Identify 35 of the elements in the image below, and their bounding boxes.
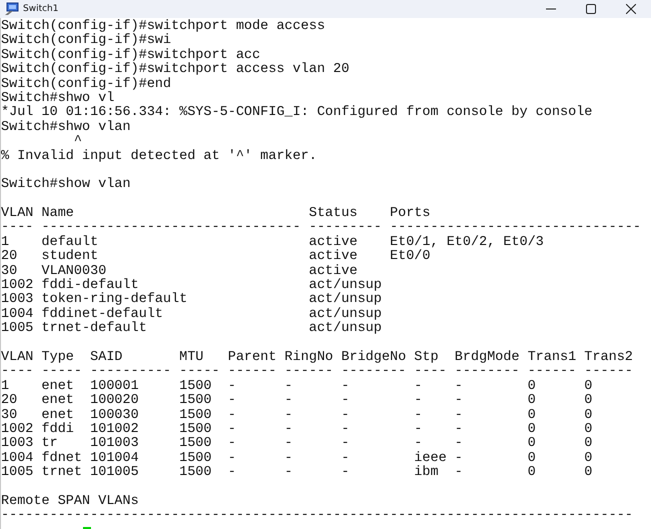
terminal-line: Switch#shwo vl [1,92,116,106]
computer-icon [4,2,20,16]
terminal-line: ---- ----- ---------- ----- ------ ------ -------- ---- -------- ------ ------ [1,365,634,380]
terminal-line: Switch(config-if)#swi [1,34,172,48]
terminal-line: Switch#shwo vlan [1,120,132,135]
terminal-line: 1002 fddi 101002 1500 - - - - - 0 0 [1,422,594,437]
terminal-line: 1005 trnet-default act/unsup [1,322,383,337]
terminal-line: 1 default active Et0/1, Et0/2, Et0/3 [1,236,545,250]
terminal-line: VLAN Type SAID MTU Parent RingNo BridgeNo Stp BrdgMode Trans1 Trans2 [1,350,634,366]
terminal-line: 30 enet 100030 1500 - - - - - 0 0 [1,408,594,423]
terminal-line: 1 enet 100001 1500 - - - - - 0 0 [1,380,594,394]
terminal-line: ^ [73,135,83,150]
terminal-line: Switch#show vlan [1,178,132,193]
window-title: Switch1 [23,4,58,14]
terminal-line: 1004 fdnet 101004 1500 - - - ieee - 0 0 [1,452,594,466]
terminal-line: Switch(config-if)#end [1,78,172,92]
terminal-line: % Invalid input detected at '^' marker. [1,150,318,164]
terminal-line: *Jul 10 01:16:56.334: %SYS-5-CONFIG_I: Configured from console by console [1,106,594,120]
terminal-line: 1003 tr 101003 1500 - - - - - 0 0 [1,437,594,452]
terminal-line: Remote SPAN VLANs [1,494,140,510]
terminal-line: 1005 trnet 101005 1500 - - - ibm - 0 0 [1,466,594,480]
close-icon [626,4,636,14]
terminal-line: 30 VLAN0030 active [1,264,358,279]
terminal-line: 20 student active Et0/0 [1,250,432,264]
maximize-icon [586,4,596,14]
terminal-line: Switch(config-if)#switchport mode access [1,20,326,34]
terminal-line: ------------------------------------------------------------------------------ [1,509,634,524]
terminal-line: ---- -------------------------------- --------- ------------------------------- [1,221,642,236]
terminal-line: 1002 fddi-default act/unsup [1,279,383,294]
terminal-line: VLAN Name Status Ports [1,207,432,222]
terminal-line: Switch(config-if)#switchport acc [1,48,262,63]
terminal-line: 20 enet 100020 1500 - - - - - 0 0 [1,394,594,409]
terminal-line: 1003 token-ring-default act/unsup [1,293,383,308]
terminal-line: 1004 fddinet-default act/unsup [1,308,383,322]
terminal-line: Switch(config-if)#switchport access vlan 20 [1,63,350,78]
